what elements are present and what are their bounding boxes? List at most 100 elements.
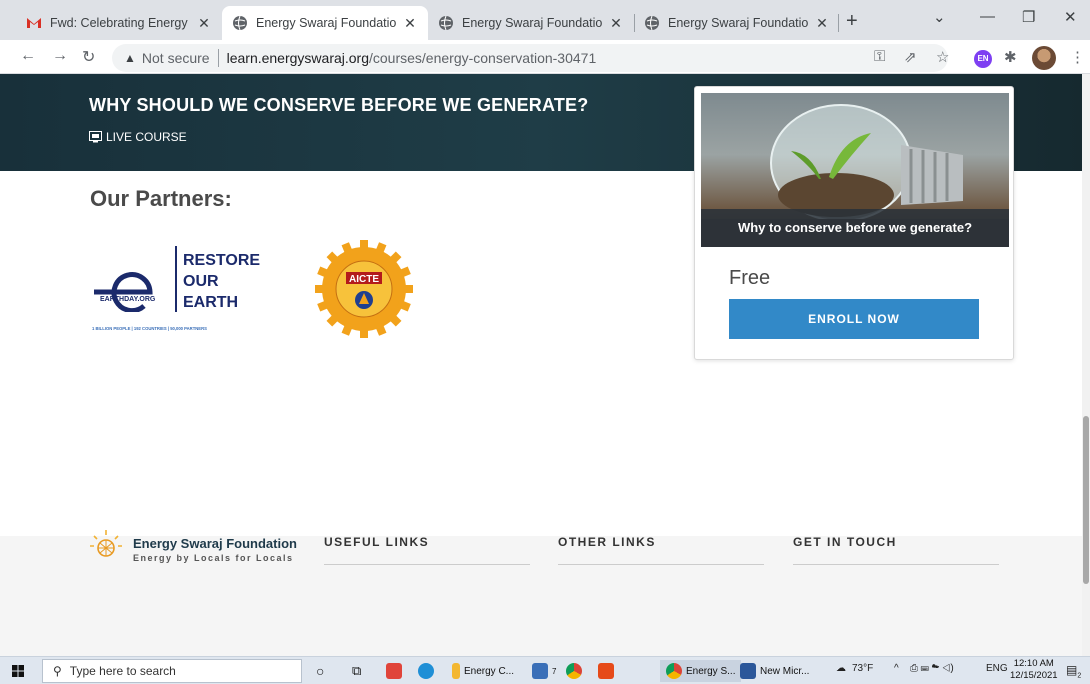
footer-heading-get-in-touch: GET IN TOUCH [793, 535, 897, 549]
omnibox-divider [217, 49, 219, 67]
app-label: New Micr... [760, 665, 810, 677]
gmail-icon [27, 18, 41, 28]
profile-avatar[interactable] [1032, 46, 1056, 70]
aicte-gear-icon: AICTE [315, 240, 413, 338]
tab-energy-swaraj-3[interactable]: Energy Swaraj Foundation ✕ [634, 6, 840, 40]
key-icon[interactable]: ⚿ [874, 48, 885, 65]
notification-count: 2 [1077, 672, 1082, 680]
tab-energy-swaraj-active[interactable]: Energy Swaraj Foundation ✕ [222, 6, 428, 40]
office-icon[interactable] [598, 660, 614, 682]
edge-icon[interactable] [418, 660, 434, 682]
course-card-caption: Why to conserve before we generate? [701, 209, 1009, 247]
course-price: Free [729, 267, 771, 289]
footer-brand[interactable]: Energy Swaraj Foundation [133, 536, 297, 551]
clock-date: 12/15/2021 [1010, 670, 1058, 681]
tab-energy-swaraj-2[interactable]: Energy Swaraj Foundation ✕ [428, 6, 634, 40]
footer-heading-other-links: OTHER LINKS [558, 535, 656, 549]
taskbar-app-word[interactable]: New Micr... [740, 660, 809, 682]
enroll-now-button[interactable]: ENROLL NOW [729, 299, 979, 339]
language-indicator[interactable]: ENG [986, 663, 1008, 674]
taskbar-search-placeholder: Type here to search [69, 664, 176, 678]
tab-search-icon[interactable]: ⌄ [933, 8, 946, 26]
cortana-icon[interactable]: ○ [316, 660, 324, 682]
course-title: WHY SHOULD WE CONSERVE BEFORE WE GENERAT… [89, 95, 589, 115]
taskbar-search[interactable]: ⚲ Type here to search [42, 659, 302, 683]
forward-icon[interactable]: → [52, 47, 68, 65]
mail-icon[interactable]: 7 [532, 660, 556, 682]
weather-temp[interactable]: 73°F [852, 663, 873, 674]
globe-icon [233, 15, 247, 31]
tray-icons[interactable]: ⎙ ⌨ ☁ ◁) [910, 663, 954, 674]
extension-badge[interactable]: EN [974, 50, 992, 68]
live-course-label: LIVE COURSE [89, 130, 187, 144]
tab-gmail[interactable]: Fwd: Celebrating Energy Co ✕ [16, 6, 222, 40]
minimize-icon[interactable]: — [980, 8, 995, 25]
tray-chevron-icon[interactable]: ^ [894, 663, 899, 674]
windows-taskbar: ⚲ Type here to search ○ ⧉ Energy C... 7 … [0, 656, 1090, 684]
earthday-stats: 1 BILLION PEOPLE | 192 COUNTRIES | 50,00… [92, 326, 207, 331]
close-icon[interactable]: ✕ [814, 15, 830, 32]
globe-icon [645, 15, 659, 31]
live-video-icon [89, 131, 102, 143]
url-path: /courses/energy-conservation-30471 [369, 50, 597, 66]
partners-heading: Our Partners: [90, 186, 232, 211]
mail-badge: 7 [552, 666, 557, 676]
security-label: Not secure [141, 50, 210, 66]
windows-start-icon[interactable] [12, 665, 24, 677]
warning-icon: ▲ [124, 51, 136, 65]
scrollbar-thumb[interactable] [1083, 416, 1089, 584]
new-tab-button[interactable]: + [846, 10, 858, 33]
star-icon[interactable]: ☆ [936, 48, 949, 66]
energy-swaraj-logo-icon [90, 530, 122, 557]
footer-divider [558, 564, 764, 565]
clock-time: 12:10 AM [1013, 658, 1054, 669]
aicte-logo[interactable]: AICTE [315, 240, 413, 338]
notification-icon[interactable]: ▤2 [1066, 663, 1081, 679]
close-icon[interactable]: ✕ [196, 15, 212, 32]
address-bar[interactable]: ▲ Not secure learn.energyswaraj.org/cour… [112, 44, 948, 72]
app-label: Energy C... [464, 665, 515, 677]
footer-divider [793, 564, 999, 565]
earth-text: EARTH [183, 294, 239, 311]
browser-tab-strip: Fwd: Celebrating Energy Co ✕ Energy Swar… [0, 0, 1090, 40]
search-icon: ⚲ [53, 664, 62, 678]
globe-icon [439, 15, 453, 31]
tab-title: Fwd: Celebrating Energy Co [50, 16, 190, 30]
maximize-icon[interactable]: ❐ [1022, 8, 1035, 26]
weather-icon[interactable]: ☁ [836, 663, 846, 674]
our-text: OUR [183, 273, 219, 290]
task-view-icon[interactable]: ⧉ [352, 660, 361, 682]
taskbar-app-energy-s[interactable]: Energy S... [660, 660, 742, 682]
footer-tagline: Energy by Locals for Locals [133, 553, 294, 563]
footer-heading-useful-links: USEFUL LINKS [324, 535, 430, 549]
earthday-e-logo [94, 272, 153, 312]
footer-divider [324, 564, 530, 565]
menu-icon[interactable]: ⋮ [1070, 48, 1085, 66]
web-page: WHY SHOULD WE CONSERVE BEFORE WE GENERAT… [0, 74, 1082, 656]
chrome-icon[interactable] [566, 660, 582, 682]
live-course-text: LIVE COURSE [106, 130, 187, 144]
app-label: Energy S... [686, 665, 736, 677]
logo-divider [175, 246, 177, 312]
aicte-label: AICTE [349, 274, 379, 285]
extensions-icon[interactable]: ✱ [1004, 48, 1017, 66]
tab-separator [838, 14, 839, 32]
reload-icon[interactable]: ↻ [82, 47, 95, 67]
app-red-icon[interactable] [386, 660, 402, 682]
window-close-icon[interactable]: ✕ [1064, 8, 1077, 26]
taskbar-app-energy-c[interactable]: Energy C... [452, 660, 514, 682]
restore-text: RESTORE [183, 252, 261, 269]
back-icon[interactable]: ← [20, 47, 36, 65]
browser-toolbar: ← → ↻ ▲ Not secure learn.energyswaraj.or… [0, 40, 1090, 74]
url-host: learn.energyswaraj.org [226, 50, 369, 66]
system-clock[interactable]: 12:10 AM 12/15/2021 [1010, 658, 1058, 682]
close-icon[interactable]: ✕ [402, 15, 418, 32]
tab-title: Energy Swaraj Foundation [256, 16, 396, 30]
close-icon[interactable]: ✕ [608, 15, 624, 32]
earthday-logo[interactable]: EARTHDAY.ORG RESTORE OUR EARTH 1 BILLION… [90, 242, 270, 332]
earthday-org-text: EARTHDAY.ORG [100, 296, 156, 303]
course-card: Why to conserve before we generate? Free… [694, 86, 1014, 360]
share-icon[interactable]: ⇗ [904, 48, 917, 66]
tab-title: Energy Swaraj Foundation [462, 16, 602, 30]
tab-title: Energy Swaraj Foundation [668, 16, 808, 30]
